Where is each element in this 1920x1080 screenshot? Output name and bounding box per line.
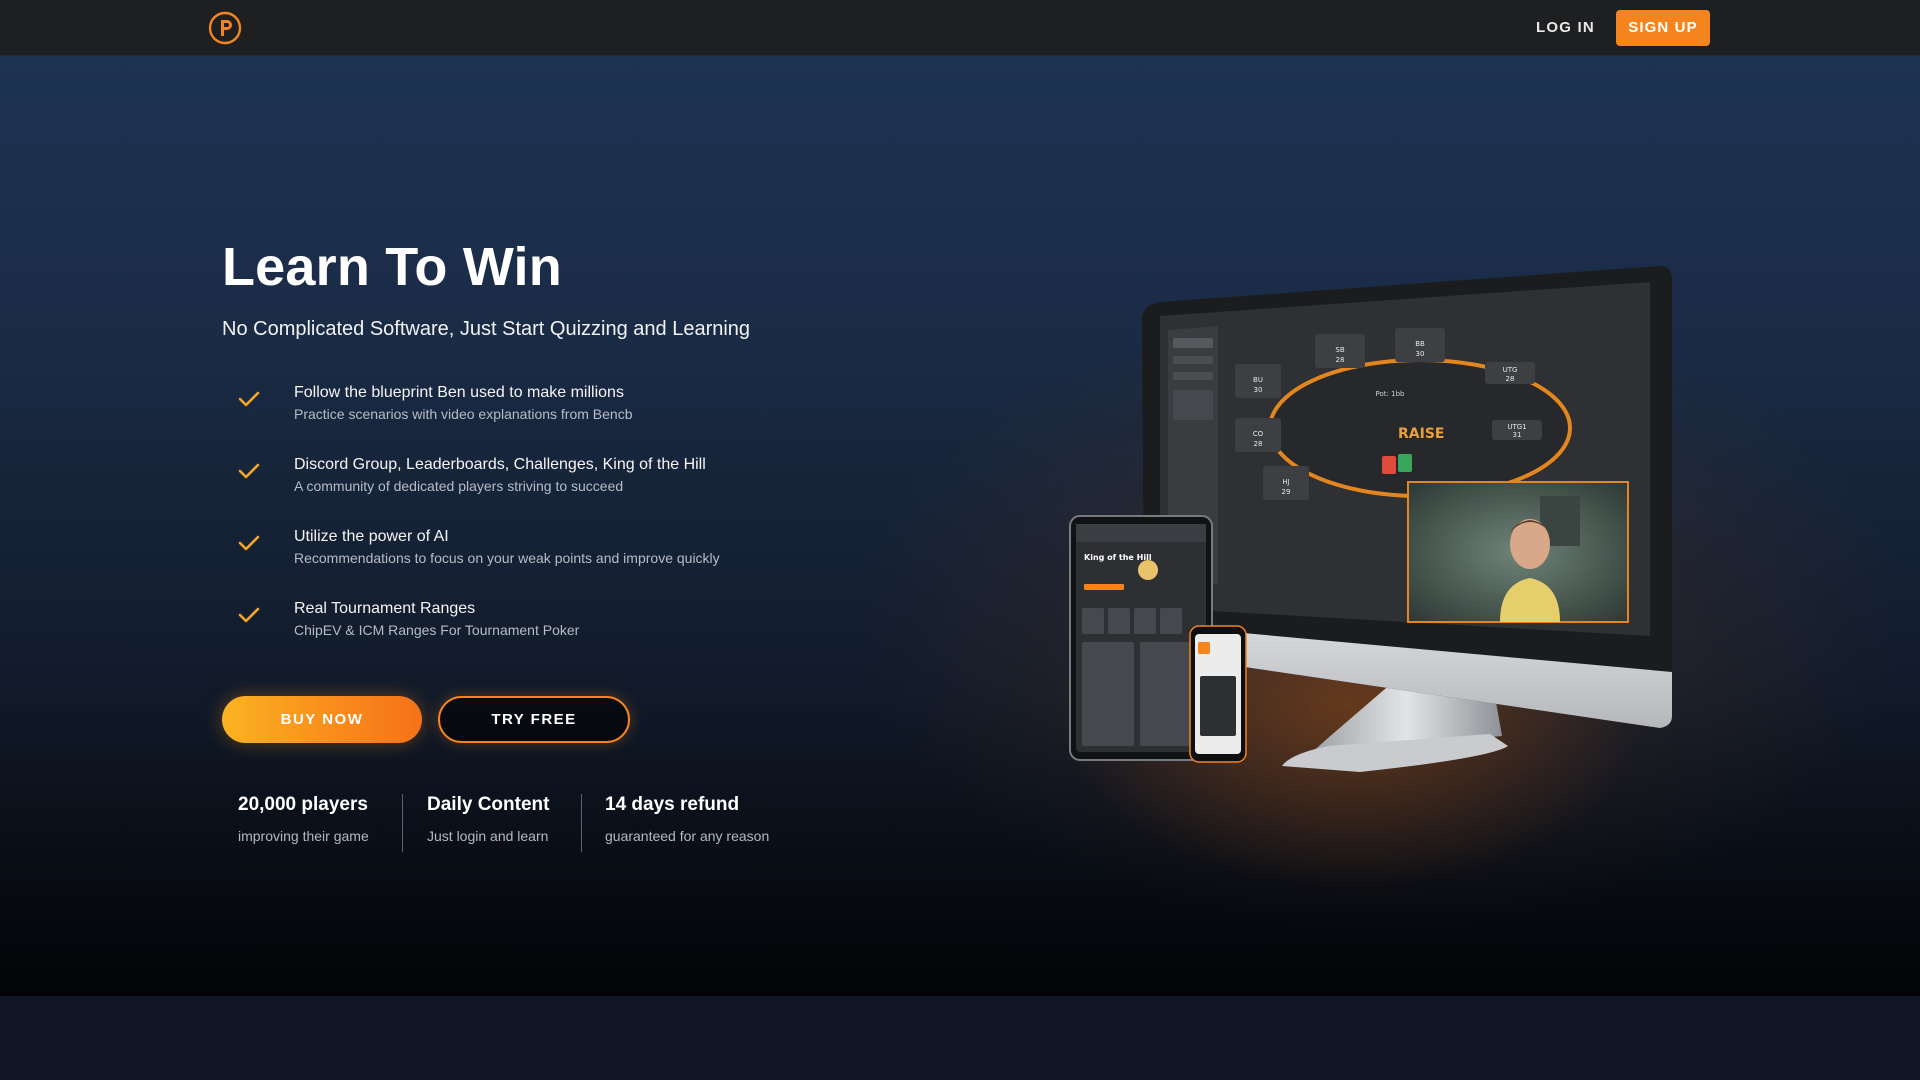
- poker-chip-logo-icon[interactable]: [208, 11, 242, 45]
- feature-description: Practice scenarios with video explanatio…: [294, 406, 633, 422]
- pot-text: Pot: 1bb: [1376, 390, 1405, 398]
- feature-list: Follow the blueprint Ben used to make mi…: [236, 384, 856, 672]
- stat-value: 14 days refund: [605, 794, 740, 815]
- check-icon: [238, 607, 260, 623]
- seat-sb: SB: [1335, 346, 1344, 354]
- check-icon: [238, 463, 260, 479]
- seat-utg1-stack: 31: [1513, 431, 1522, 439]
- stat-divider: [402, 794, 403, 852]
- tablet-heading: King of the Hill: [1084, 553, 1152, 562]
- seat-bu: BU: [1253, 376, 1263, 384]
- feature-item: Discord Group, Leaderboards, Challenges,…: [236, 456, 856, 528]
- seat-utg: UTG: [1503, 366, 1518, 374]
- seat-sb-stack: 28: [1336, 356, 1345, 364]
- check-icon: [238, 391, 260, 407]
- stat-players: 20,000 players improving their game: [238, 794, 369, 854]
- stat-content: Daily Content Just login and learn: [427, 794, 549, 854]
- hero-section: Learn To Win No Complicated Software, Ju…: [0, 56, 1920, 996]
- feature-title: Real Tournament Ranges: [294, 600, 476, 617]
- hero-title: Learn To Win: [222, 237, 562, 297]
- feature-title: Discord Group, Leaderboards, Challenges,…: [294, 456, 706, 473]
- stat-label: guaranteed for any reason: [605, 828, 770, 844]
- feature-item: Utilize the power of AI Recommendations …: [236, 528, 856, 600]
- seat-utg1: UTG1: [1507, 423, 1526, 431]
- stat-label: improving their game: [238, 828, 369, 844]
- seat-bb: BB: [1415, 340, 1425, 348]
- signup-button[interactable]: SIGN UP: [1616, 10, 1710, 46]
- seat-co-stack: 28: [1254, 440, 1263, 448]
- seat-bu-stack: 30: [1254, 386, 1263, 394]
- seat-hj-stack: 29: [1282, 488, 1291, 496]
- hero-subtitle: No Complicated Software, Just Start Quiz…: [222, 318, 751, 340]
- stat-value: 20,000 players: [238, 794, 368, 815]
- devices-illustration: RAISE SB 28 BB 30 UTG 28 BU 30 CO 28 UTG…: [1069, 266, 1672, 772]
- stat-value: Daily Content: [427, 794, 550, 815]
- try-free-button[interactable]: TRY FREE: [438, 696, 630, 743]
- feature-description: ChipEV & ICM Ranges For Tournament Poker: [294, 622, 580, 638]
- feature-title: Utilize the power of AI: [294, 528, 449, 545]
- buy-now-button[interactable]: BUY NOW: [222, 696, 422, 743]
- footer-band: [0, 996, 1920, 1080]
- login-link[interactable]: LOG IN: [1536, 16, 1595, 40]
- stat-label: Just login and learn: [427, 828, 549, 844]
- check-icon: [238, 535, 260, 551]
- brand-logo-text: RAISE: [1398, 426, 1444, 442]
- feature-title: Follow the blueprint Ben used to make mi…: [294, 384, 624, 401]
- stat-divider: [581, 794, 582, 852]
- seat-co: CO: [1253, 430, 1264, 438]
- stat-refund: 14 days refund guaranteed for any reason: [605, 794, 769, 854]
- feature-description: A community of dedicated players strivin…: [294, 478, 624, 494]
- feature-item: Real Tournament Ranges ChipEV & ICM Rang…: [236, 600, 856, 672]
- seat-hj: HJ: [1282, 478, 1289, 486]
- feature-item: Follow the blueprint Ben used to make mi…: [236, 384, 856, 456]
- seat-bb-stack: 30: [1416, 350, 1425, 358]
- seat-utg-stack: 28: [1506, 375, 1515, 383]
- top-navigation-bar: LOG IN SIGN UP: [0, 0, 1920, 56]
- feature-description: Recommendations to focus on your weak po…: [294, 550, 720, 566]
